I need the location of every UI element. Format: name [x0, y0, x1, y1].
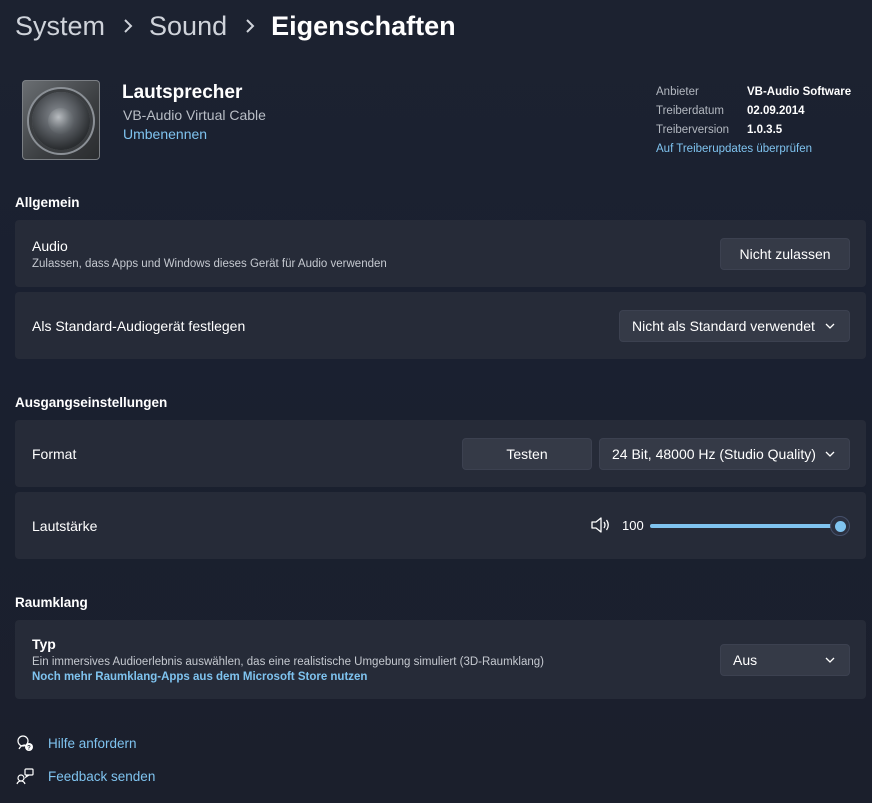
chevron-down-icon	[825, 451, 835, 457]
store-link[interactable]: Noch mehr Raumklang-Apps aus dem Microso…	[32, 671, 367, 683]
spatial-type-description: Ein immersives Audioerlebnis auswählen, …	[32, 656, 544, 668]
test-button[interactable]: Testen	[462, 438, 592, 470]
breadcrumb-sound[interactable]: Sound	[149, 11, 227, 42]
help-icon: ?	[15, 733, 35, 753]
driver-info-key: Treiberversion	[656, 124, 730, 136]
feedback-text: Feedback senden	[48, 768, 156, 784]
driver-info-version: Treiberversion 1.0.3.5	[656, 124, 782, 136]
format-card: Format Testen 24 Bit, 48000 Hz (Studio Q…	[15, 420, 866, 487]
volume-icon[interactable]	[590, 516, 612, 534]
audio-label: Audio	[32, 238, 68, 254]
driver-info-key: Anbieter	[656, 86, 699, 98]
audio-card: Audio Zulassen, dass Apps und Windows di…	[15, 220, 866, 287]
device-name: Lautsprecher	[122, 82, 243, 103]
feedback-link[interactable]: Feedback senden	[15, 765, 155, 787]
volume-card: Lautstärke 100	[15, 492, 866, 559]
format-dropdown[interactable]: 24 Bit, 48000 Hz (Studio Quality)	[599, 438, 850, 470]
section-title-output: Ausgangseinstellungen	[15, 395, 168, 410]
spatial-type-label: Typ	[32, 636, 56, 652]
svg-text:?: ?	[27, 746, 31, 752]
driver-update-link[interactable]: Auf Treiberupdates überprüfen	[656, 143, 812, 155]
spatial-card: Typ Ein immersives Audioerlebnis auswähl…	[15, 620, 866, 699]
breadcrumb-system[interactable]: System	[15, 11, 105, 42]
driver-info-value: VB-Audio Software	[747, 86, 852, 98]
default-device-label: Als Standard-Audiogerät festlegen	[32, 318, 246, 334]
spatial-type-dropdown[interactable]: Aus	[720, 644, 850, 676]
driver-info-date: Treiberdatum 02.09.2014	[656, 105, 805, 117]
chevron-down-icon	[825, 323, 835, 329]
breadcrumb: System Sound Eigenschaften	[15, 8, 456, 44]
disallow-button[interactable]: Nicht zulassen	[720, 238, 850, 270]
section-title-spatial: Raumklang	[15, 595, 88, 610]
driver-info-value: 02.09.2014	[747, 105, 805, 117]
driver-info-vendor: Anbieter VB-Audio Software	[656, 86, 851, 98]
default-device-selected: Nicht als Standard verwendet	[632, 318, 815, 334]
default-device-card: Als Standard-Audiogerät festlegen Nicht …	[15, 292, 866, 359]
audio-description: Zulassen, dass Apps und Windows dieses G…	[32, 258, 387, 270]
device-subtitle: VB-Audio Virtual Cable	[123, 107, 266, 123]
format-label: Format	[32, 446, 77, 462]
speaker-icon	[22, 80, 100, 160]
help-link[interactable]: ? Hilfe anfordern	[15, 732, 137, 754]
volume-slider-track[interactable]	[650, 524, 840, 528]
help-text: Hilfe anfordern	[48, 735, 137, 751]
spatial-type-selected: Aus	[733, 652, 758, 668]
breadcrumb-current: Eigenschaften	[271, 10, 456, 41]
format-selected: 24 Bit, 48000 Hz (Studio Quality)	[612, 446, 816, 462]
driver-info-key: Treiberdatum	[656, 105, 724, 117]
volume-label: Lautstärke	[32, 518, 98, 534]
chevron-right-icon	[113, 16, 143, 36]
rename-link[interactable]: Umbenennen	[123, 126, 207, 142]
section-title-general: Allgemein	[15, 195, 80, 210]
default-device-dropdown[interactable]: Nicht als Standard verwendet	[619, 310, 850, 342]
volume-value: 100	[622, 518, 644, 533]
volume-slider-thumb[interactable]	[830, 516, 850, 536]
feedback-icon	[15, 766, 35, 786]
chevron-right-icon	[235, 16, 265, 36]
driver-info-value: 1.0.3.5	[747, 124, 783, 136]
chevron-down-icon	[825, 657, 835, 663]
